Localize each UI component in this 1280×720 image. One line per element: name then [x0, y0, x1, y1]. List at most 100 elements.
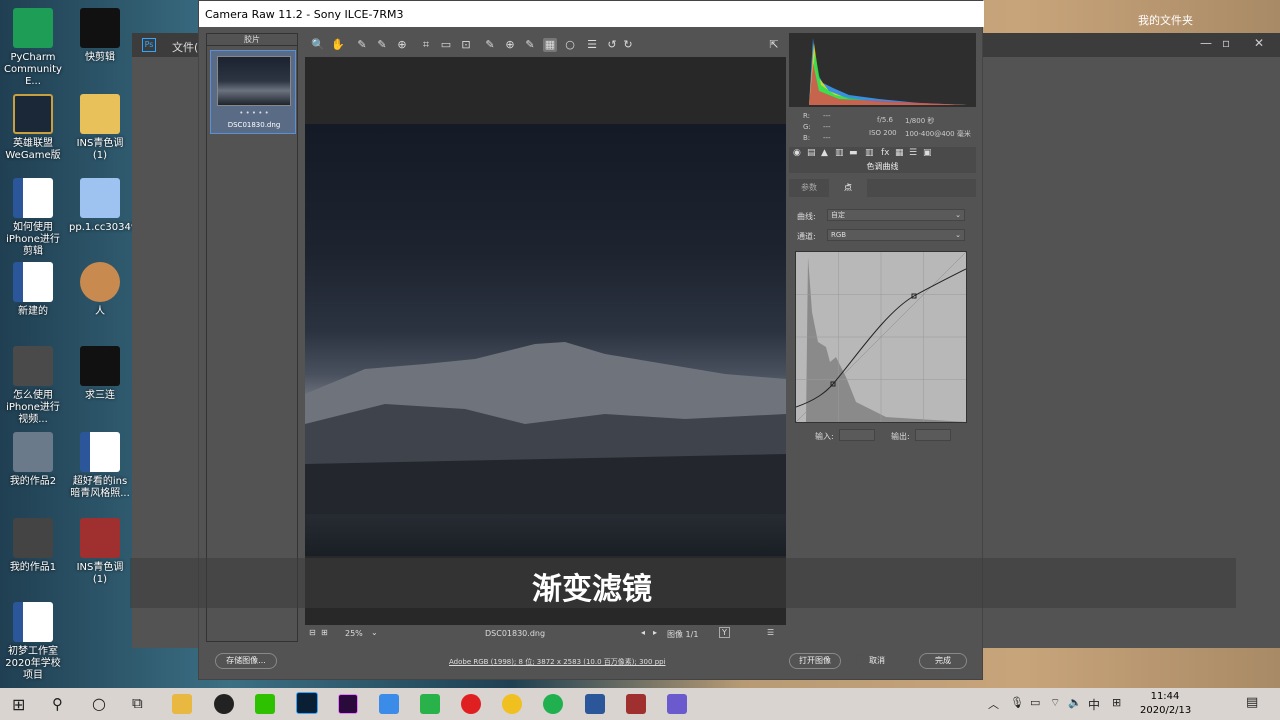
desktop-icon-folder[interactable]: INS青色调 (1) — [69, 94, 131, 162]
word-icon[interactable] — [585, 694, 605, 714]
desktop-icon-word-doc[interactable]: 如何使用iPhone进行剪辑 — [2, 178, 64, 258]
chevron-up-icon[interactable]: ︿ — [988, 696, 999, 712]
adjustment-brush-tool-icon[interactable]: ✎ — [523, 38, 537, 52]
zoom-in-icon[interactable]: ⊞ — [321, 628, 328, 637]
settings-toggle-icon[interactable]: ☰ — [767, 628, 774, 637]
winrar-taskbar-icon[interactable] — [626, 694, 646, 714]
hsl-panel-icon[interactable]: ▥ — [835, 148, 844, 158]
desktop-icon-word-ins[interactable]: 超好看的ins暗青风格照... — [69, 432, 131, 500]
photoshop-taskbar-icon[interactable] — [296, 692, 318, 714]
before-after-toggle-icon[interactable]: Y — [719, 627, 730, 638]
desktop-icon-works1[interactable]: 我的作品1 — [2, 518, 64, 574]
input-method-icon[interactable]: ⊞ — [1112, 696, 1121, 709]
cortana-icon[interactable]: ○ — [92, 694, 106, 713]
fullscreen-icon[interactable]: ⇱ — [767, 38, 781, 52]
battery-icon[interactable]: ▭ — [1030, 696, 1040, 709]
maximize-icon[interactable]: ▫ — [1222, 36, 1230, 50]
windows-start-icon[interactable]: ⊞ — [12, 695, 25, 714]
save-image-button[interactable]: 存储图像... — [215, 653, 277, 669]
wechat-icon[interactable] — [255, 694, 275, 714]
task-view-icon[interactable]: ⧉ — [132, 694, 143, 712]
desktop-icon-label: 我的作品2 — [9, 476, 57, 487]
rating-stars[interactable]: • • • • • — [211, 109, 297, 117]
desktop-icon-qiusanlian[interactable]: 求三连 — [69, 346, 131, 402]
zoom-tool-icon[interactable]: 🔍 — [311, 38, 325, 52]
curve-select[interactable]: 自定 ⌄ — [827, 209, 965, 221]
app3-icon[interactable] — [667, 694, 687, 714]
tone-curve-graph[interactable] — [795, 251, 967, 423]
transform-tool-icon[interactable]: ⊡ — [459, 38, 473, 52]
minimize-icon[interactable]: — — [1200, 36, 1212, 50]
tone-curve-panel-icon[interactable]: ▤ — [807, 148, 816, 158]
lens-panel-icon[interactable]: ▥ — [865, 148, 874, 158]
channel-select[interactable]: RGB ⌄ — [827, 229, 965, 241]
ime-indicator[interactable]: 中 — [1088, 696, 1100, 713]
qq-icon[interactable] — [214, 694, 234, 714]
chevron-down-icon[interactable]: ⌄ — [371, 628, 378, 637]
kuaijianji-icon — [80, 8, 120, 48]
app2-icon[interactable] — [502, 694, 522, 714]
system-clock[interactable]: 11:44 2020/2/13 — [1140, 690, 1191, 718]
snapshots-panel-icon[interactable]: ▣ — [923, 148, 932, 158]
input-field[interactable] — [839, 429, 875, 441]
desktop-icon-winrar[interactable]: INS青色调 (1) — [69, 518, 131, 586]
file-explorer-icon[interactable] — [172, 694, 192, 714]
desktop-icon-label: INS青色调 (1) — [76, 138, 124, 161]
crop-tool-icon[interactable]: ⌗ — [419, 38, 433, 52]
desktop-icon-word-new[interactable]: 新建的 — [2, 262, 64, 318]
zoom-out-icon[interactable]: ⊟ — [309, 628, 316, 637]
zoom-level[interactable]: 25% — [345, 629, 363, 638]
desktop-icon-image[interactable]: pp.1.cc303498 — [69, 178, 144, 234]
pycharm-icon — [13, 8, 53, 48]
rotate-right-icon[interactable]: ↻ — [621, 38, 635, 52]
search-icon[interactable]: ⚲ — [52, 695, 63, 713]
app-icon[interactable] — [379, 694, 399, 714]
desktop-icon-kuaijianji[interactable]: 快剪辑 — [69, 8, 131, 64]
straighten-tool-icon[interactable]: ▭ — [439, 38, 453, 52]
netease-music-icon[interactable] — [461, 694, 481, 714]
volume-icon[interactable]: 🔈 — [1068, 696, 1082, 709]
workflow-options-link[interactable]: Adobe RGB (1998); 8 位; 3872 x 2583 (10.0… — [449, 657, 666, 667]
basic-panel-icon[interactable]: ◉ — [793, 148, 801, 158]
menu-file[interactable]: 文件( — [172, 39, 198, 55]
graduated-filter-tool-icon[interactable]: ▦ — [543, 38, 557, 52]
close-icon[interactable]: ✕ — [1254, 36, 1264, 50]
radial-filter-tool-icon[interactable]: ○ — [563, 38, 577, 52]
tab-point[interactable]: 点 — [829, 179, 867, 197]
rotate-left-icon[interactable]: ↺ — [605, 38, 619, 52]
premiere-icon[interactable] — [338, 694, 358, 714]
hand-tool-icon[interactable]: ✋ — [331, 38, 345, 52]
wifi-icon[interactable]: ⌔ — [1050, 696, 1060, 710]
desktop-icon-works2[interactable]: 我的作品2 — [2, 432, 64, 488]
output-field[interactable] — [915, 429, 951, 441]
red-eye-tool-icon[interactable]: ⊕ — [503, 38, 517, 52]
next-image-icon[interactable]: ▸ — [653, 628, 657, 637]
desktop-icon-lol[interactable]: 英雄联盟WeGame版 — [2, 94, 64, 162]
open-image-button[interactable]: 打开图像 — [789, 653, 841, 669]
tab-parametric[interactable]: 参数 — [789, 179, 829, 197]
desktop-icon-word-project[interactable]: 初梦工作室2020年学校项目 — [2, 602, 64, 682]
presets-panel-icon[interactable]: ☰ — [909, 148, 917, 158]
fx-panel-icon[interactable]: fx — [881, 148, 890, 158]
cancel-button[interactable]: 取消 — [855, 653, 899, 669]
prev-image-icon[interactable]: ◂ — [641, 628, 645, 637]
white-balance-tool-icon[interactable]: ✎ — [355, 38, 369, 52]
preferences-icon[interactable]: ☰ — [585, 38, 599, 52]
split-toning-panel-icon[interactable]: ▬ — [849, 148, 858, 158]
detail-panel-icon[interactable]: ▲ — [821, 148, 828, 158]
microphone-icon[interactable]: 🎙 — [1010, 696, 1024, 709]
targeted-adjustment-tool-icon[interactable]: ⊕ — [395, 38, 409, 52]
notification-icon[interactable]: ▤ — [1246, 695, 1258, 710]
color-sampler-tool-icon[interactable]: ✎ — [375, 38, 389, 52]
spot-removal-tool-icon[interactable]: ✎ — [483, 38, 497, 52]
filmstrip-thumbnail[interactable]: • • • • • DSC01830.dng — [210, 50, 296, 134]
desktop-icon-label: INS青色调 (1) — [76, 562, 124, 585]
browser-360-icon[interactable] — [543, 694, 563, 714]
desktop-icon-video[interactable]: 怎么使用iPhone进行视频... — [2, 346, 64, 426]
calibration-panel-icon[interactable]: ▦ — [895, 148, 904, 158]
done-button[interactable]: 完成 — [919, 653, 967, 669]
desktop-icon-person[interactable]: 人 — [69, 262, 131, 318]
image-preview[interactable] — [305, 57, 786, 625]
desktop-icon-pycharm[interactable]: PyCharm Community E... — [2, 8, 64, 88]
video-player-icon[interactable] — [420, 694, 440, 714]
